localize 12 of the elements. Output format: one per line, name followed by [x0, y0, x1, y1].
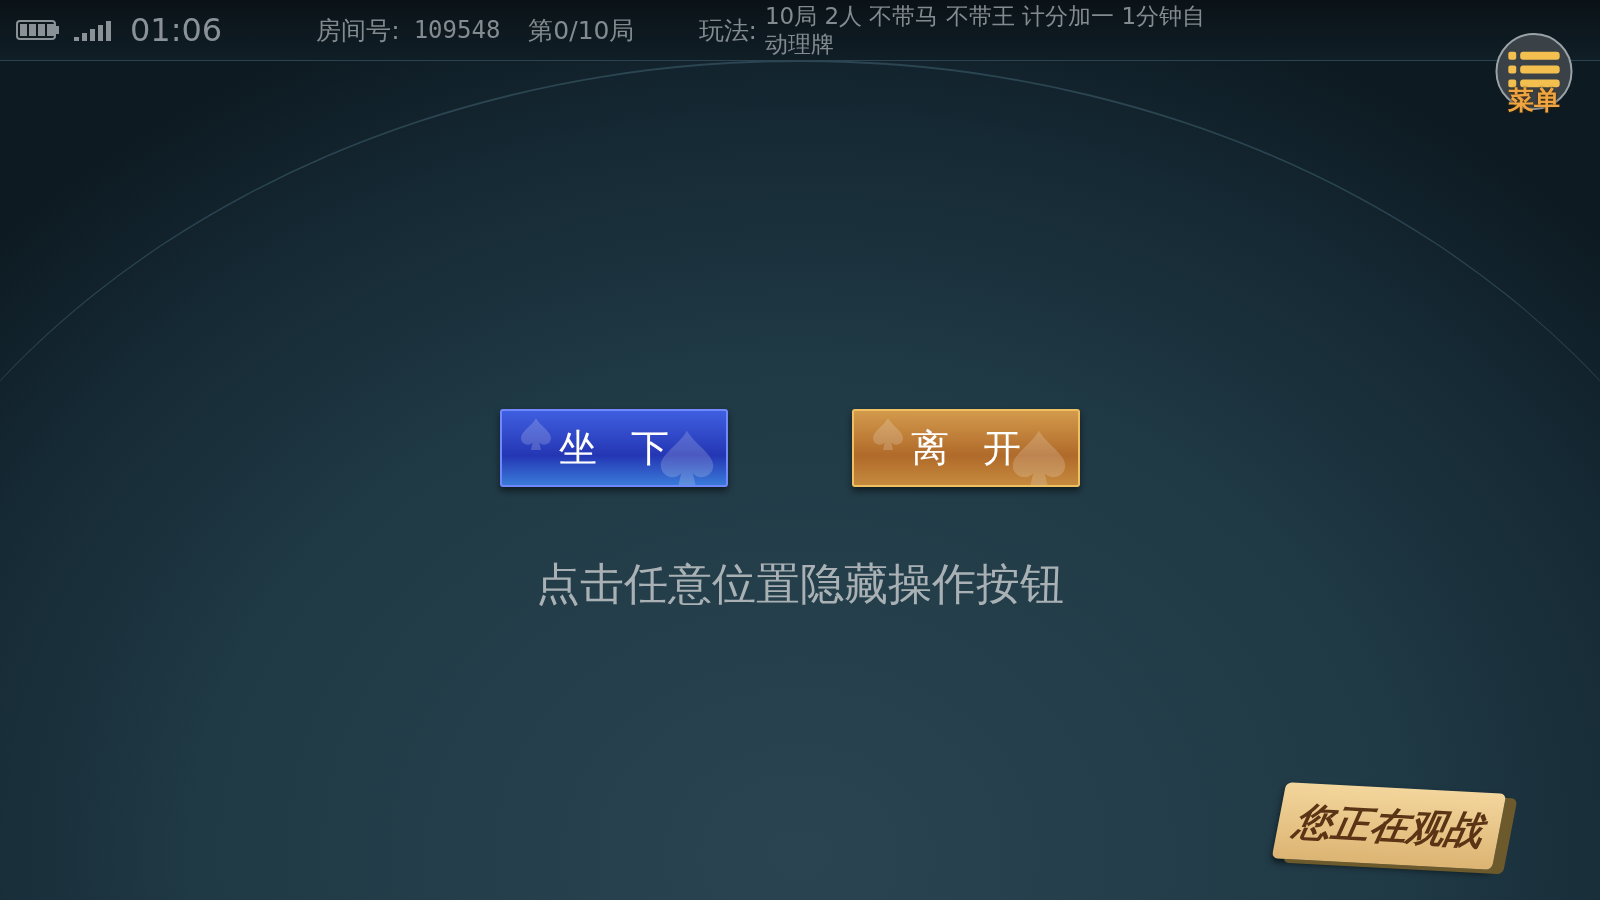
sit-down-button[interactable]: 坐下: [500, 409, 728, 487]
clock-time: 01:06: [130, 11, 223, 49]
battery-icon: [16, 20, 60, 40]
rules-label: 玩法:: [698, 14, 757, 47]
round-counter: 第0/10局: [528, 14, 635, 47]
menu-button[interactable]: 菜单: [1494, 32, 1574, 118]
hint-text: 点击任意位置隐藏操作按钮: [536, 557, 1064, 611]
leave-button[interactable]: 离开: [852, 409, 1080, 487]
signal-icon: [74, 19, 114, 41]
room-number-label: 房间号:: [316, 14, 400, 47]
rules-text: 10局 2人 不带马 不带王 计分加一 1分钟自动理牌: [764, 2, 1207, 58]
room-number: 109548: [413, 16, 501, 44]
